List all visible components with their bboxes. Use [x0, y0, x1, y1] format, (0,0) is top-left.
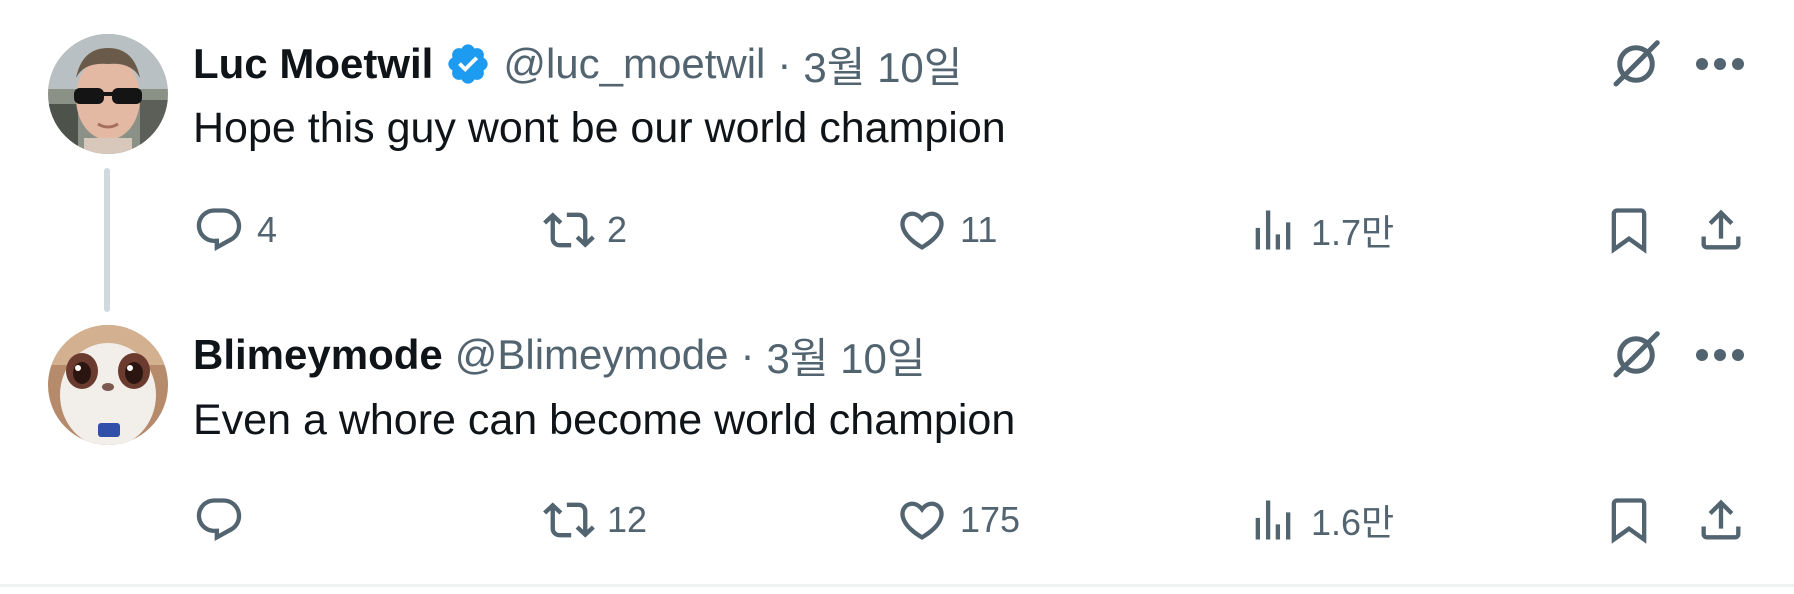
more-icon[interactable] — [1694, 345, 1746, 365]
retweet-icon — [543, 494, 595, 546]
avatar-blimeymode-image — [48, 325, 168, 445]
tweet-2[interactable]: Blimeymode @Blimeymode · 3월 10일 Even a w… — [0, 0, 1794, 594]
share-icon — [1695, 494, 1747, 546]
separator-dot: · — [740, 331, 755, 378]
reply-icon — [193, 494, 245, 546]
views-count: 1.6만 — [1311, 502, 1395, 543]
tweet-text: Even a whore can become world champion — [193, 396, 1016, 444]
views-icon — [1247, 494, 1299, 546]
grok-icon[interactable] — [1606, 325, 1666, 385]
tweet-actions: 12 175 1.6만 — [193, 490, 1753, 550]
share-button[interactable] — [1695, 490, 1747, 550]
tweet-header: Blimeymode @Blimeymode · 3월 10일 — [193, 325, 926, 385]
timeline-divider — [0, 584, 1794, 587]
like-count: 175 — [960, 499, 1021, 540]
like-button[interactable]: 175 — [896, 490, 1020, 550]
author-handle[interactable]: @Blimeymode — [455, 331, 729, 379]
tweet-top-actions — [1606, 325, 1746, 385]
like-icon — [896, 494, 948, 546]
retweet-button[interactable]: 12 — [543, 490, 647, 550]
bookmark-button[interactable] — [1603, 490, 1655, 550]
reply-button[interactable] — [193, 490, 257, 550]
views-button[interactable]: 1.6만 — [1247, 490, 1394, 550]
bookmark-icon — [1603, 494, 1655, 546]
retweet-count: 12 — [607, 499, 648, 540]
tweet-date[interactable]: 3월 10일 — [766, 325, 925, 386]
avatar[interactable] — [48, 325, 168, 445]
author-name[interactable]: Blimeymode — [193, 331, 443, 379]
